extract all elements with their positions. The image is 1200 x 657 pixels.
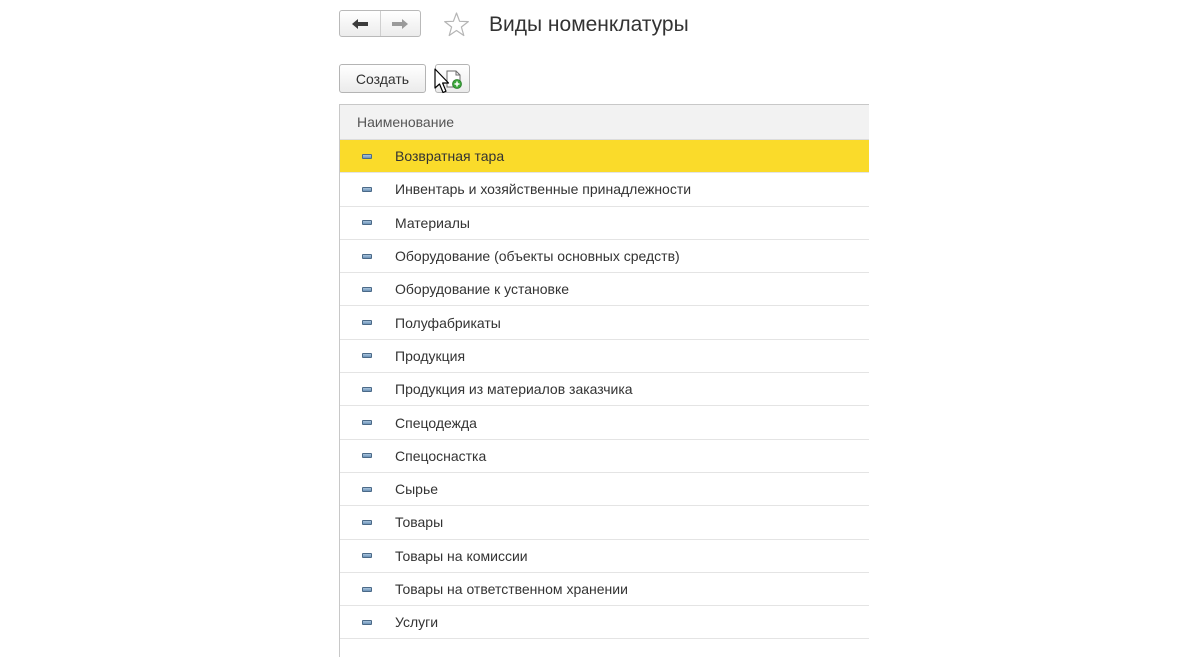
row-label: Материалы <box>395 214 470 231</box>
catalog-item-icon <box>362 486 372 492</box>
page-title: Виды номенклатуры <box>489 13 689 36</box>
row-label: Сырье <box>395 481 439 498</box>
table-row[interactable]: Услуги <box>340 606 869 640</box>
table-body: Возвратная тара Инвентарь и хозяйственные… <box>340 140 869 640</box>
navigation-buttons <box>339 10 421 37</box>
catalog-item-icon <box>362 420 372 426</box>
catalog-item-icon <box>362 453 372 459</box>
star-icon[interactable] <box>443 11 470 38</box>
forward-button[interactable] <box>379 11 420 36</box>
table-row[interactable]: Материалы <box>340 207 869 240</box>
column-header-name[interactable]: Наименование <box>340 105 869 140</box>
nomenclature-types-table: Наименование Возвратная тара Инвентарь и … <box>339 104 869 657</box>
arrow-right-icon <box>392 18 409 29</box>
row-label: Товары на ответственном хранении <box>395 581 628 597</box>
row-label: Спецоснастка <box>395 447 487 464</box>
row-label: Оборудование к установке <box>395 281 570 298</box>
row-label: Полуфабрикаты <box>395 314 501 331</box>
row-label: Товары на комиссии <box>395 547 528 564</box>
catalog-item-icon <box>362 619 372 625</box>
table-row[interactable]: Полуфабрикаты <box>340 306 869 340</box>
catalog-item-icon <box>362 320 372 326</box>
row-label: Возвратная тара <box>395 148 505 165</box>
row-label: Оборудование (объекты основных средств) <box>395 248 680 265</box>
table-row[interactable]: Товары на ответственном хранении <box>340 573 869 607</box>
catalog-item-icon <box>362 186 372 192</box>
table-row[interactable]: Возвратная тара <box>340 140 869 174</box>
table-row[interactable]: Оборудование (объекты основных средств) <box>340 240 869 274</box>
row-label: Инвентарь и хозяйственные принадлежности <box>395 181 692 198</box>
row-label: Услуги <box>395 614 439 631</box>
catalog-item-icon <box>362 286 372 292</box>
catalog-item-icon <box>362 253 372 259</box>
catalog-item-icon <box>362 553 372 559</box>
table-row[interactable]: Товары <box>340 506 869 540</box>
row-label: Продукция из материалов заказчика <box>395 381 633 398</box>
catalog-item-icon <box>362 519 372 525</box>
page: Виды номенклатуры Создать Наименование В… <box>0 0 1200 657</box>
mouse-cursor-icon <box>434 68 450 94</box>
catalog-item-icon <box>362 153 372 159</box>
table-row[interactable]: Сырье <box>340 473 869 507</box>
row-label: Продукция <box>395 347 466 364</box>
table-row[interactable]: Инвентарь и хозяйственные принадлежности <box>340 173 869 207</box>
table-row[interactable]: Спецоснастка <box>340 440 869 473</box>
row-label: Спецодежда <box>395 414 477 431</box>
create-button[interactable]: Создать <box>339 64 426 93</box>
catalog-item-icon <box>362 586 372 592</box>
row-label: Товары <box>395 514 444 531</box>
back-button[interactable] <box>340 11 380 36</box>
arrow-left-icon <box>351 18 368 29</box>
table-row[interactable]: Оборудование к установке <box>340 273 869 307</box>
table-row[interactable]: Продукция из материалов заказчика <box>340 373 869 407</box>
table-row[interactable]: Продукция <box>340 340 869 374</box>
table-row[interactable]: Спецодежда <box>340 406 869 440</box>
catalog-item-icon <box>362 386 372 392</box>
catalog-item-icon <box>362 353 372 359</box>
catalog-item-icon <box>362 220 372 226</box>
table-row[interactable]: Товары на комиссии <box>340 540 869 573</box>
